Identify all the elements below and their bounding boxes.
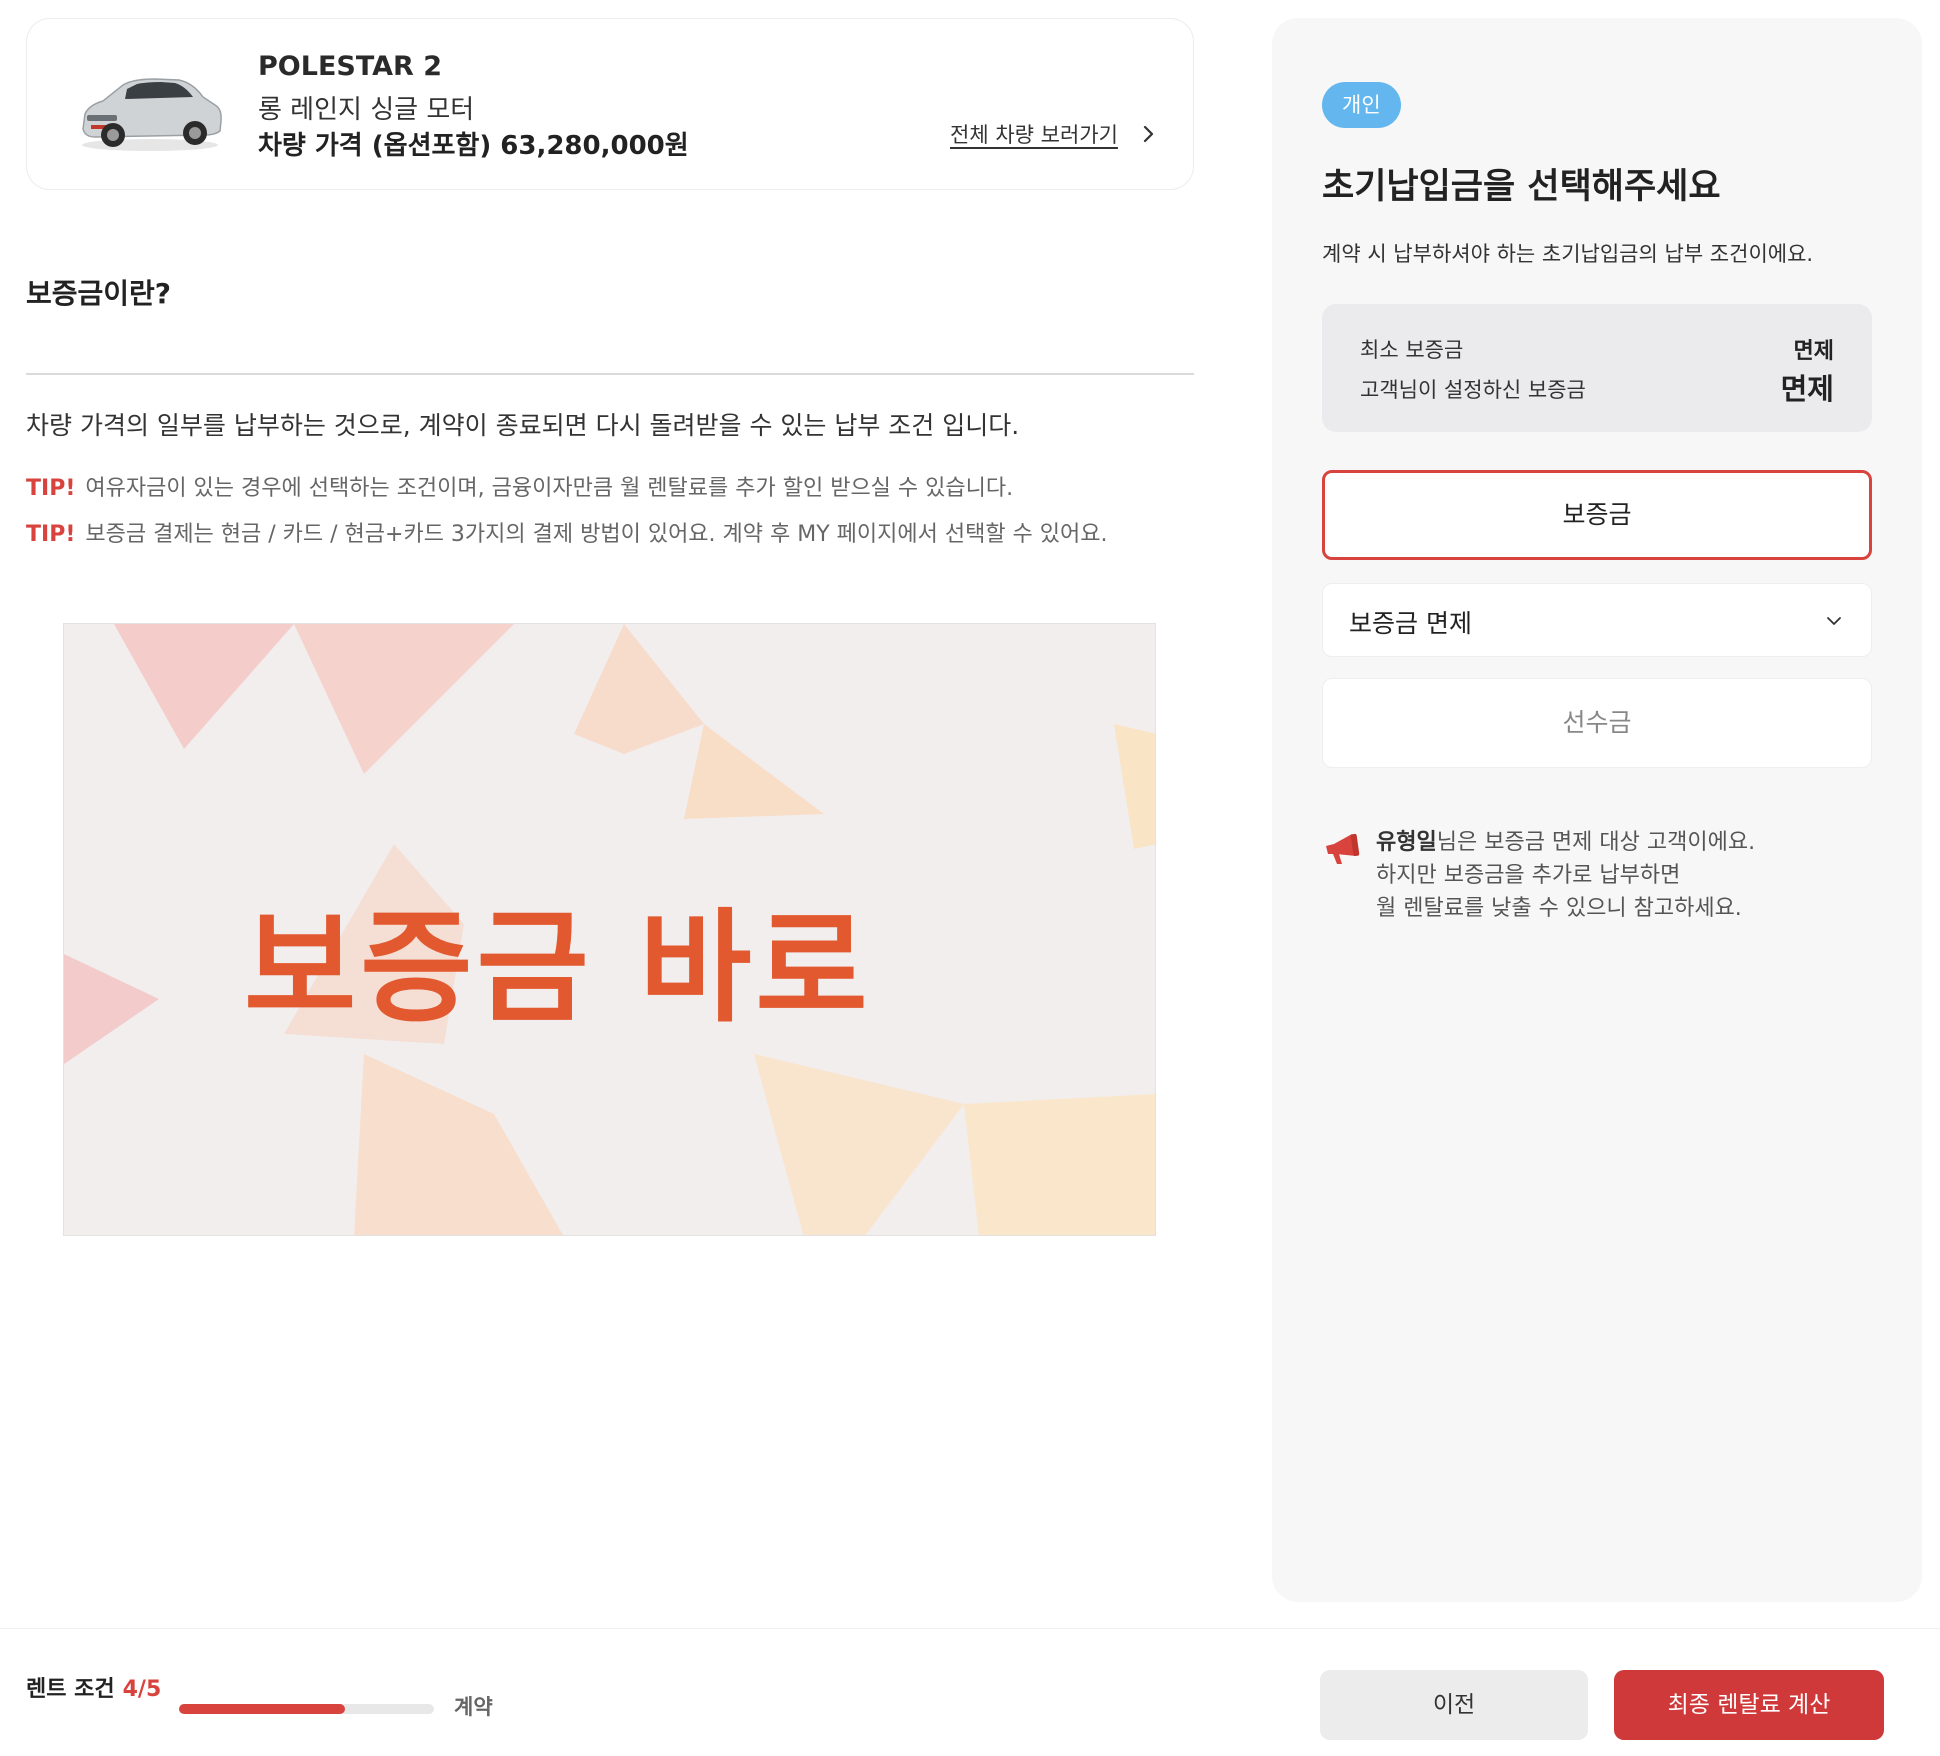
summary-label: 최소 보증금 xyxy=(1360,338,1464,362)
deposit-description: 차량 가격의 일부를 납부하는 것으로, 계약이 종료되면 다시 돌려받을 수 … xyxy=(26,411,1020,440)
summary-value: 면제 xyxy=(1780,372,1834,406)
panel-title: 초기납입금을 선택해주세요 xyxy=(1322,167,1721,207)
tip-text: 여유자금이 있는 경우에 선택하는 조건이며, 금융이자만큼 월 렌탈료를 추가… xyxy=(85,476,1014,501)
megaphone-icon xyxy=(1326,833,1360,864)
notice-line-1: 님은 보증금 면제 대상 고객이에요. xyxy=(1436,830,1756,855)
waiver-notice-text: 유형일님은 보증금 면제 대상 고객이에요. 하지만 보증금을 추가로 납부하면… xyxy=(1376,826,1755,925)
car-summary-card: POLESTAR 2 롱 레인지 싱글 모터 차량 가격 (옵션포함) 63,2… xyxy=(26,18,1194,190)
progress-step: 4/5 xyxy=(122,1677,162,1702)
summary-label: 고객님이 설정하신 보증금 xyxy=(1360,378,1586,402)
deposit-banner: 보증금 바로 xyxy=(63,623,1156,1236)
chevron-right-icon xyxy=(1143,125,1154,143)
deposit-waiver-select-value: 보증금 면제 xyxy=(1349,609,1472,638)
progress-label-text: 렌트 조건 xyxy=(26,1677,115,1702)
car-trim: 롱 레인지 싱글 모터 xyxy=(258,95,475,125)
customer-type-badge: 개인 xyxy=(1322,82,1401,128)
panel-description: 계약 시 납부하셔야 하는 초기납입금의 납부 조건이에요. xyxy=(1322,242,1814,266)
progress-next-step: 계약 xyxy=(454,1695,493,1719)
all-cars-link[interactable]: 전체 차량 보러가기 xyxy=(950,119,1160,149)
tip-item: TIP! 보증금 결제는 현금 / 카드 / 현금+카드 3가지의 결제 방법이 … xyxy=(26,516,1108,548)
progress-bar xyxy=(179,1704,434,1714)
car-name: POLESTAR 2 xyxy=(258,51,443,82)
deposit-waiver-select[interactable]: 보증금 면제 xyxy=(1322,583,1872,657)
section-title: 보증금이란? xyxy=(26,277,172,310)
tip-tag: TIP! xyxy=(26,476,76,501)
tip-item: TIP! 여유자금이 있는 경우에 선택하는 조건이며, 금융이자만큼 월 렌탈료… xyxy=(26,470,1013,502)
progress-bar-fill xyxy=(179,1704,345,1714)
bottom-action-bar: 렌트 조건 4/5 계약 이전 최종 렌탈료 계산 xyxy=(0,1628,1940,1756)
calculate-rental-button[interactable]: 최종 렌탈료 계산 xyxy=(1614,1670,1884,1740)
deposit-select-panel: 개인 초기납입금을 선택해주세요 계약 시 납부하셔야 하는 초기납입금의 납부… xyxy=(1272,18,1922,1602)
banner-title: 보증금 바로 xyxy=(244,897,872,1039)
car-price: 차량 가격 (옵션포함) 63,280,000원 xyxy=(258,131,689,161)
progress-label: 렌트 조건 4/5 xyxy=(26,1671,161,1703)
summary-value: 면제 xyxy=(1793,339,1834,364)
notice-line-3: 월 렌탈료를 낮출 수 있으니 참고하세요. xyxy=(1376,896,1742,921)
tip-tag: TIP! xyxy=(26,522,76,547)
car-image xyxy=(82,78,222,151)
option-deposit-button[interactable]: 보증금 xyxy=(1322,470,1872,560)
chevron-down-icon xyxy=(1827,617,1841,625)
notice-line-2: 하지만 보증금을 추가로 납부하면 xyxy=(1376,863,1681,888)
page-root: POLESTAR 2 롱 레인지 싱글 모터 차량 가격 (옵션포함) 63,2… xyxy=(0,0,1940,1756)
all-cars-link-label[interactable]: 전체 차량 보러가기 xyxy=(950,119,1118,149)
prev-button[interactable]: 이전 xyxy=(1320,1670,1588,1740)
tip-text: 보증금 결제는 현금 / 카드 / 현금+카드 3가지의 결제 방법이 있어요.… xyxy=(85,522,1108,547)
customer-name: 유형일 xyxy=(1376,830,1437,855)
deposit-summary: 최소 보증금 면제 고객님이 설정하신 보증금 면제 xyxy=(1322,304,1872,432)
section-divider xyxy=(26,373,1194,375)
option-advance-payment-button[interactable]: 선수금 xyxy=(1322,678,1872,768)
